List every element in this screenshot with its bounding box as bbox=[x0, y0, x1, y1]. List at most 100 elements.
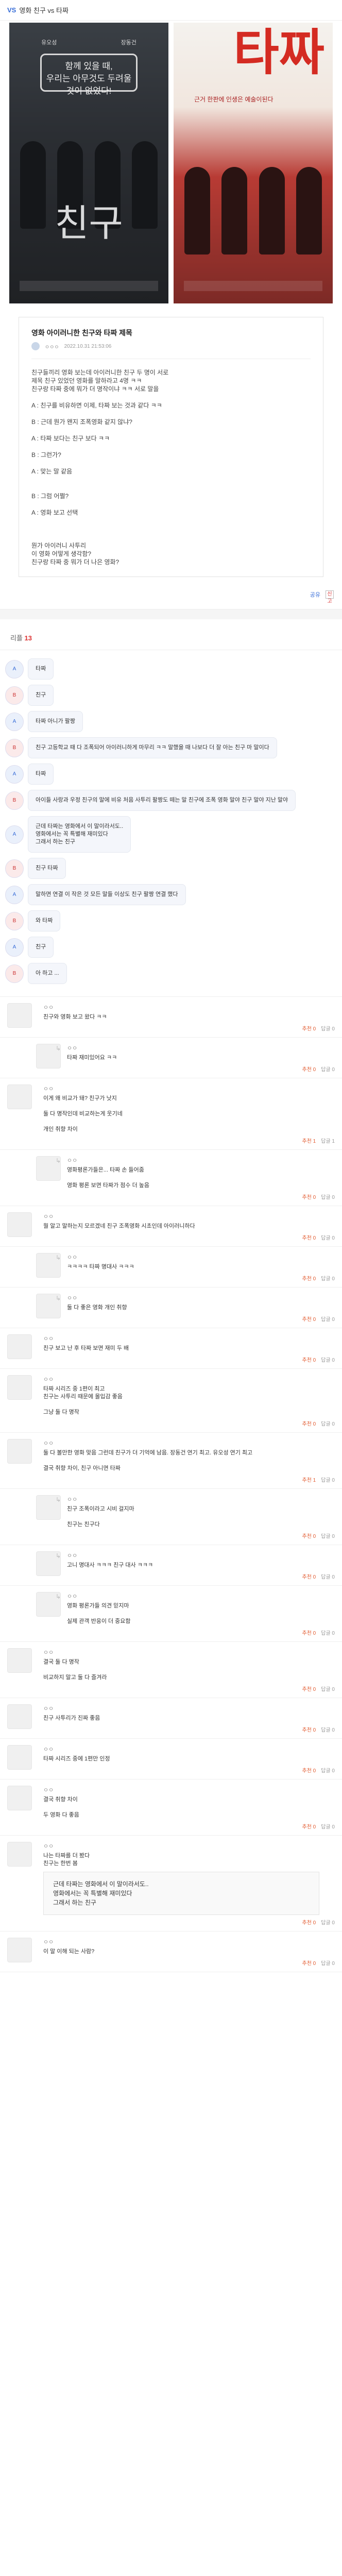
reply-button[interactable]: 답글 0 bbox=[321, 1918, 335, 1926]
comment-nick[interactable]: ㅇㅇ bbox=[43, 1745, 335, 1753]
reply-button[interactable]: 답글 0 bbox=[321, 1766, 335, 1774]
like-button[interactable]: 추천 1 bbox=[302, 1137, 316, 1144]
avatar[interactable] bbox=[7, 1003, 32, 1028]
comment-line: 친구는 한번 봄 bbox=[43, 1860, 78, 1867]
post-author[interactable]: ㅇㅇㅇ bbox=[45, 343, 59, 350]
comment-nick[interactable]: ㅇㅇ bbox=[43, 1648, 335, 1656]
share-button[interactable]: 공유 bbox=[310, 590, 320, 599]
comment-nick[interactable]: ㅇㅇ bbox=[67, 1551, 335, 1560]
comment-line: 친구 사투리가 진짜 좋음 bbox=[43, 1715, 100, 1721]
reply-button[interactable]: 답글 0 bbox=[321, 1725, 335, 1733]
reply-comment: ↳ ㅇㅇ 친구 조폭이라고 시비 걸지마 친구는 친구다 추천 0 답글 0 bbox=[0, 1489, 342, 1545]
comment-line bbox=[43, 1118, 335, 1126]
comment-text: 타짜 재미있어요 ㅋㅋ bbox=[67, 1054, 335, 1062]
comment-line: 비교하지 말고 둘 다 즐겨라 bbox=[43, 1674, 107, 1681]
like-button[interactable]: 추천 0 bbox=[302, 1532, 316, 1539]
avatar[interactable] bbox=[7, 1648, 32, 1673]
avatar[interactable] bbox=[7, 1084, 32, 1109]
poster-tazza[interactable]: 타짜 근거 한판에 인생은 예술이된다 bbox=[174, 23, 333, 303]
comment-line: 친구 조폭이라고 시비 걸지마 bbox=[67, 1506, 134, 1512]
like-button[interactable]: 추천 0 bbox=[302, 1274, 316, 1282]
avatar[interactable] bbox=[7, 1938, 32, 1962]
comment-nick[interactable]: ㅇㅇ bbox=[43, 1212, 335, 1221]
reply-comment: ↳ ㅇㅇ 고니 명대사 ㅋㅋㅋ 친구 대사 ㅋㅋㅋ 추천 0 답글 0 bbox=[0, 1545, 342, 1586]
reply-button[interactable]: 답글 0 bbox=[321, 1419, 335, 1427]
reply-button[interactable]: 답글 0 bbox=[321, 1024, 335, 1032]
comment-nick[interactable]: ㅇㅇ bbox=[43, 1334, 335, 1343]
comment-line: 두 영화 다 좋음 bbox=[43, 1812, 79, 1818]
comment-nick[interactable]: ㅇㅇ bbox=[43, 1704, 335, 1713]
avatar[interactable] bbox=[7, 1704, 32, 1729]
chat-message: B 아이들 사랑과 우정 친구의 말에 비유 처음 사투리 팔짱도 떼는 말 친구… bbox=[5, 790, 337, 811]
avatar[interactable] bbox=[7, 1745, 32, 1770]
avatar[interactable] bbox=[7, 1334, 32, 1359]
comment-nick[interactable]: ㅇㅇ bbox=[67, 1592, 335, 1600]
like-button[interactable]: 추천 0 bbox=[302, 1725, 316, 1733]
post-body-line: 이 영화 어떻게 생각함? bbox=[31, 550, 92, 557]
reply-button[interactable]: 답글 0 bbox=[321, 1476, 335, 1483]
chat-message: B와 타짜 bbox=[5, 910, 337, 931]
poster-chingu[interactable]: 유오성 장동건 함께 있을 때, 우리는 아무것도 두려울 것이 없었다! 친구 bbox=[9, 23, 168, 303]
reply-button[interactable]: 답글 0 bbox=[321, 1629, 335, 1636]
reply-button[interactable]: 답글 0 bbox=[321, 1274, 335, 1282]
report-button[interactable]: 신고 bbox=[326, 590, 334, 604]
reply-button[interactable]: 답글 0 bbox=[321, 1233, 335, 1241]
comment-nick[interactable]: ㅇㅇ bbox=[67, 1044, 335, 1052]
post-body-line: 친구랑 타짜 중 뭐가 더 나은 영화? bbox=[31, 558, 119, 566]
comment-nick[interactable]: ㅇㅇ bbox=[43, 1003, 335, 1011]
avatar[interactable] bbox=[7, 1212, 32, 1237]
comment-line: 타짜 재미있어요 ㅋㅋ bbox=[67, 1055, 117, 1061]
comment-nick[interactable]: ㅇㅇ bbox=[43, 1439, 335, 1447]
comment-text: 이게 왜 비교가 돼? 친구가 낫지 둘 다 명작인데 비교하는게 웃기네 개인 취… bbox=[43, 1095, 335, 1133]
avatar[interactable] bbox=[31, 342, 40, 350]
comment: ㅇㅇ 둘 다 볼만한 영화 맞음 그런데 친구가 더 기억에 남음. 장동건 연기… bbox=[0, 1433, 342, 1489]
like-button[interactable]: 추천 0 bbox=[302, 1822, 316, 1830]
like-button[interactable]: 추천 0 bbox=[302, 1918, 316, 1926]
comment-nick[interactable]: ㅇㅇ bbox=[43, 1084, 335, 1093]
comment-nick[interactable]: ㅇㅇ bbox=[43, 1786, 335, 1794]
comment-nick[interactable]: ㅇㅇ bbox=[43, 1375, 335, 1383]
like-button[interactable]: 추천 0 bbox=[302, 1629, 316, 1636]
like-button[interactable]: 추천 1 bbox=[302, 1476, 316, 1483]
like-button[interactable]: 추천 0 bbox=[302, 1233, 316, 1241]
comment-nick[interactable]: ㅇㅇ bbox=[67, 1156, 335, 1164]
like-button[interactable]: 추천 0 bbox=[302, 1572, 316, 1580]
avatar: A bbox=[5, 885, 24, 904]
reply-button[interactable]: 답글 0 bbox=[321, 1532, 335, 1539]
chat-bubble: 친구 고등학교 때 다 조폭되어 아이러니하게 마무리 ㅋㅋ 말했을 때 나보다… bbox=[28, 737, 277, 758]
like-button[interactable]: 추천 0 bbox=[302, 1419, 316, 1427]
avatar: A bbox=[5, 825, 24, 844]
reply-button[interactable]: 답글 0 bbox=[321, 1959, 335, 1967]
reply-button[interactable]: 답글 0 bbox=[321, 1822, 335, 1830]
reply-button[interactable]: 답글 0 bbox=[321, 1355, 335, 1363]
avatar[interactable] bbox=[7, 1375, 32, 1400]
reply-button[interactable]: 답글 0 bbox=[321, 1315, 335, 1323]
comment-tools: 추천 0 답글 0 bbox=[67, 1065, 335, 1073]
comment-nick[interactable]: ㅇㅇ bbox=[43, 1842, 335, 1850]
like-button[interactable]: 추천 0 bbox=[302, 1065, 316, 1073]
avatar: A bbox=[5, 938, 24, 957]
avatar[interactable] bbox=[7, 1439, 32, 1464]
avatar[interactable] bbox=[7, 1842, 32, 1867]
reply-arrow-icon: ↳ bbox=[56, 1552, 61, 1560]
comment-line bbox=[67, 1513, 335, 1521]
reply-button[interactable]: 답글 0 bbox=[321, 1685, 335, 1692]
like-button[interactable]: 추천 0 bbox=[302, 1959, 316, 1967]
like-button[interactable]: 추천 0 bbox=[302, 1355, 316, 1363]
reply-button[interactable]: 답글 0 bbox=[321, 1572, 335, 1580]
like-button[interactable]: 추천 0 bbox=[302, 1685, 316, 1692]
like-button[interactable]: 추천 0 bbox=[302, 1193, 316, 1200]
post-body-line bbox=[31, 517, 311, 525]
reply-button[interactable]: 답글 0 bbox=[321, 1065, 335, 1073]
comment-nick[interactable]: ㅇㅇ bbox=[67, 1495, 335, 1503]
avatar[interactable] bbox=[7, 1786, 32, 1810]
comment-nick[interactable]: ㅇㅇ bbox=[67, 1253, 335, 1261]
like-button[interactable]: 추천 0 bbox=[302, 1766, 316, 1774]
poster-figure bbox=[259, 167, 285, 255]
reply-button[interactable]: 답글 1 bbox=[321, 1137, 335, 1144]
like-button[interactable]: 추천 0 bbox=[302, 1315, 316, 1323]
comment-nick[interactable]: ㅇㅇ bbox=[43, 1938, 335, 1946]
reply-button[interactable]: 답글 0 bbox=[321, 1193, 335, 1200]
like-button[interactable]: 추천 0 bbox=[302, 1024, 316, 1032]
comment-nick[interactable]: ㅇㅇ bbox=[67, 1294, 335, 1302]
